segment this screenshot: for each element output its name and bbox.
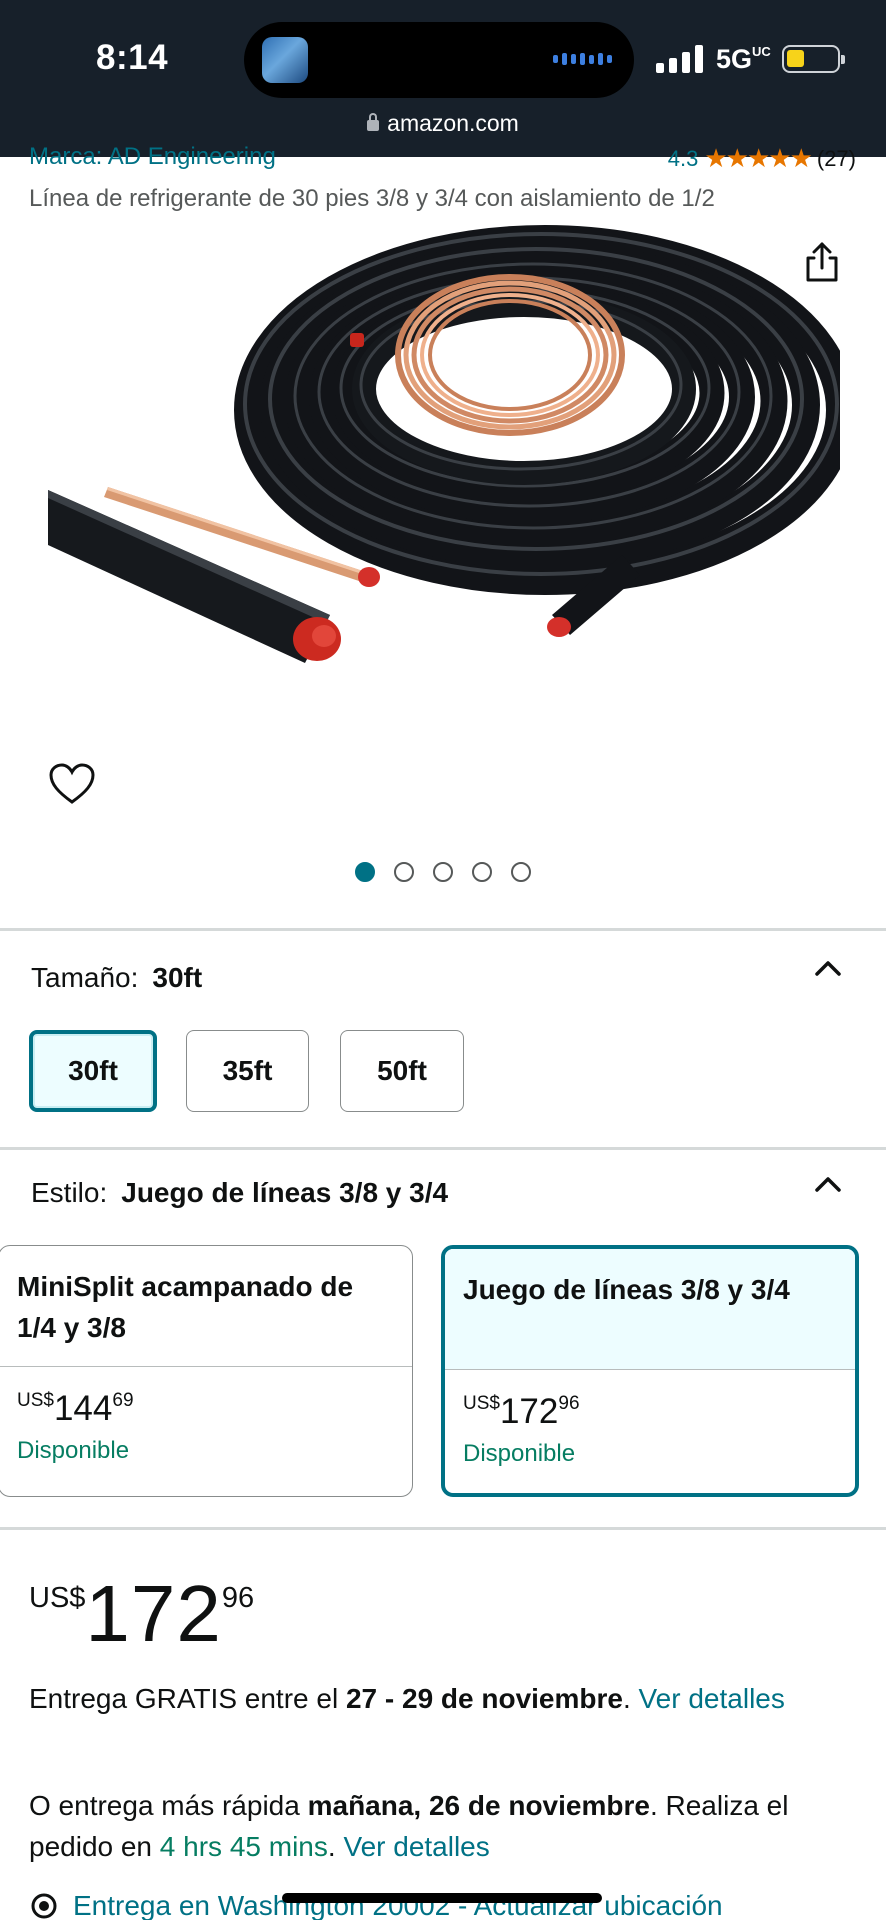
style-option-card-selected[interactable]: Juego de líneas 3/8 y 3/4 US$17296 Dispo… — [441, 1245, 859, 1497]
divider — [0, 1147, 886, 1150]
rating-count: (27) — [816, 145, 856, 171]
rating-summary[interactable]: 4.3 ★★★★★ (27) — [668, 143, 856, 174]
clock: 8:14 — [96, 38, 169, 77]
now-playing-app-icon — [262, 37, 308, 83]
size-label: Tamaño: 30ft — [31, 962, 203, 993]
fast-delivery-details-link[interactable]: Ver detalles — [343, 1831, 489, 1862]
image-pager[interactable] — [0, 862, 886, 882]
pager-dot[interactable] — [394, 862, 414, 882]
divider — [0, 928, 886, 931]
product-image[interactable] — [40, 215, 840, 835]
lock-icon — [367, 113, 380, 131]
style-option-price: US$17296 — [463, 1392, 580, 1431]
order-countdown: 4 hrs 45 mins — [159, 1831, 328, 1862]
size-option-35ft[interactable]: 35ft — [186, 1030, 309, 1112]
divider — [0, 1527, 886, 1530]
cellular-signal-icon — [656, 45, 703, 73]
pager-dot[interactable] — [433, 862, 453, 882]
free-delivery-info: Entrega GRATIS entre el 27 - 29 de novie… — [29, 1683, 785, 1714]
share-icon[interactable] — [800, 240, 844, 284]
heart-icon[interactable] — [48, 762, 96, 806]
style-option-name: MiniSplit acampanado de 1/4 y 3/8 — [0, 1246, 412, 1367]
url-text: amazon.com — [387, 110, 519, 136]
product-price: US$17296 — [29, 1569, 255, 1658]
style-label: Estilo: Juego de líneas 3/8 y 3/4 — [31, 1177, 449, 1208]
home-indicator — [282, 1893, 602, 1903]
battery-icon — [782, 45, 845, 73]
address-bar[interactable]: amazon.com — [0, 110, 886, 137]
pager-dot[interactable] — [472, 862, 492, 882]
style-option-name: Juego de líneas 3/8 y 3/4 — [445, 1249, 855, 1370]
product-title: Línea de refrigerante de 30 pies 3/8 y 3… — [29, 185, 715, 212]
style-option-price: US$14469 — [17, 1389, 134, 1428]
chevron-up-icon[interactable] — [814, 958, 842, 978]
chevron-up-icon[interactable] — [814, 1174, 842, 1194]
dynamic-island — [244, 22, 634, 98]
star-rating-icon: ★★★★★ — [704, 143, 813, 173]
fast-delivery-info: O entrega más rápida mañana, 26 de novie… — [29, 1790, 789, 1862]
delivery-details-link[interactable]: Ver detalles — [639, 1683, 785, 1714]
style-option-card[interactable]: MiniSplit acampanado de 1/4 y 3/8 US$144… — [0, 1245, 413, 1497]
pager-dot[interactable] — [511, 862, 531, 882]
style-selected-value: Juego de líneas 3/8 y 3/4 — [121, 1177, 449, 1208]
style-option-availability: Disponible — [463, 1440, 576, 1467]
audio-waveform-icon — [553, 53, 612, 65]
brand-link[interactable]: Marca: AD Engineering — [29, 143, 276, 171]
location-pin-icon — [31, 1893, 57, 1919]
size-selected-value: 30ft — [152, 962, 203, 993]
pager-dot[interactable] — [355, 862, 375, 882]
size-option-50ft[interactable]: 50ft — [340, 1030, 464, 1112]
style-option-availability: Disponible — [17, 1437, 130, 1464]
network-type: 5GUC — [716, 44, 771, 74]
size-option-30ft[interactable]: 30ft — [29, 1030, 157, 1112]
status-bar: 8:14 5GUC amazon.com — [0, 0, 886, 157]
rating-value: 4.3 — [667, 145, 699, 171]
